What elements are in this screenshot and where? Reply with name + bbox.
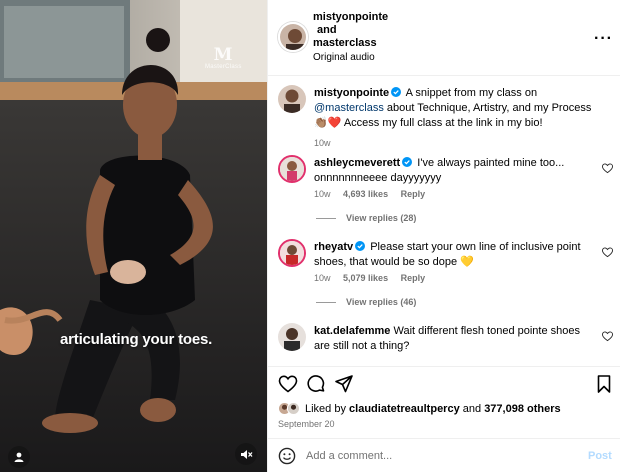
collaborator-username[interactable]: masterclass xyxy=(313,37,388,50)
comment-time[interactable]: 10w xyxy=(314,189,331,199)
share-icon[interactable] xyxy=(334,374,354,394)
more-options-icon[interactable]: ··· xyxy=(594,30,613,48)
post-viewer: M MasterClass articulating your toes. mi… xyxy=(0,0,620,472)
verified-badge-icon xyxy=(402,157,413,167)
author-avatar[interactable] xyxy=(278,22,308,52)
avatar[interactable] xyxy=(278,239,306,267)
user-tag-icon[interactable] xyxy=(8,446,30,468)
replies-divider xyxy=(316,217,336,219)
comment-input[interactable] xyxy=(306,448,566,464)
reply-button[interactable]: Reply xyxy=(401,273,426,283)
masterclass-watermark: M MasterClass xyxy=(205,46,241,70)
comment-body: Please start your own line of inclusive … xyxy=(314,241,581,268)
comment-body: A snippet from my class on xyxy=(405,87,538,99)
bookmark-icon[interactable] xyxy=(594,374,614,394)
post-date[interactable]: September 20 xyxy=(278,419,335,429)
liked-by-and: and xyxy=(462,402,482,415)
likes-count[interactable]: 377,098 others xyxy=(484,403,560,415)
like-comment-heart-icon[interactable] xyxy=(602,247,613,258)
video-frame xyxy=(0,0,267,472)
view-replies-label: View replies (28) xyxy=(346,213,417,223)
post-header: mistyonpointe and masterclass Original a… xyxy=(268,0,620,76)
post-authors: mistyonpointe and masterclass Original a… xyxy=(313,11,388,64)
liker-avatar[interactable] xyxy=(287,402,300,415)
comment-meta: 10w 4,693 likes Reply xyxy=(314,189,435,199)
add-comment-bar: Post xyxy=(268,438,620,472)
audio-link[interactable]: Original audio xyxy=(313,51,388,64)
replies-divider xyxy=(316,301,336,303)
liked-by-summary: Liked by claudiatetreaultpercy and 377,0… xyxy=(278,402,561,415)
reply-button[interactable]: Reply xyxy=(401,189,426,199)
heart-icon[interactable] xyxy=(278,374,298,394)
comment-username[interactable]: rheyatv xyxy=(314,241,353,253)
avatar[interactable] xyxy=(278,323,306,351)
comment-text: ashleycmeverett I've always painted mine… xyxy=(314,156,594,186)
author-username[interactable]: mistyonpointe xyxy=(313,11,388,24)
liked-by-prefix: Liked by xyxy=(305,402,346,415)
post-details-panel: mistyonpointe and masterclass Original a… xyxy=(267,0,620,472)
comment-time[interactable]: 10w xyxy=(314,138,331,148)
authors-conjunction: and xyxy=(317,24,337,36)
comment-text: rheyatv Please start your own line of in… xyxy=(314,240,594,270)
avatar[interactable] xyxy=(278,155,306,183)
liked-by-user[interactable]: claudiatetreaultpercy xyxy=(349,403,460,415)
emoji-icon[interactable] xyxy=(278,447,296,465)
like-comment-heart-icon[interactable] xyxy=(602,331,613,342)
view-replies-button[interactable]: View replies (46) xyxy=(316,297,416,307)
verified-badge-icon xyxy=(355,241,366,251)
comment-likes[interactable]: 5,079 likes xyxy=(343,273,388,283)
avatar[interactable] xyxy=(278,85,306,113)
view-replies-label: View replies (46) xyxy=(346,297,417,307)
watermark-text: MasterClass xyxy=(205,64,242,70)
watermark-mark: M xyxy=(213,45,233,65)
comment-text: kat.delafemme Wait different flesh toned… xyxy=(314,324,594,354)
speaker-muted-icon[interactable] xyxy=(235,443,257,465)
view-replies-button[interactable]: View replies (28) xyxy=(316,213,416,223)
comment-text: mistyonpointe A snippet from my class on… xyxy=(314,86,594,131)
comment-username[interactable]: mistyonpointe xyxy=(314,87,389,99)
video-player[interactable]: M MasterClass articulating your toes. xyxy=(0,0,267,472)
post-button[interactable]: Post xyxy=(588,450,612,462)
comments-list[interactable]: mistyonpointe A snippet from my class on… xyxy=(268,77,620,365)
like-comment-heart-icon[interactable] xyxy=(602,163,613,174)
comment-icon[interactable] xyxy=(306,374,326,394)
comment-username[interactable]: kat.delafemme xyxy=(314,325,390,337)
comment-likes[interactable]: 4,693 likes xyxy=(343,189,388,199)
comment-username[interactable]: ashleycmeverett xyxy=(314,157,400,169)
comment-time[interactable]: 10w xyxy=(314,273,331,283)
verified-badge-icon xyxy=(391,87,402,97)
comment-meta: 10w 5,079 likes Reply xyxy=(314,273,435,283)
post-actions: Liked by claudiatetreaultpercy and 377,0… xyxy=(268,366,620,434)
comment-meta: 10w xyxy=(314,138,341,148)
video-caption: articulating your toes. xyxy=(60,331,213,348)
mention-link[interactable]: @masterclass xyxy=(314,102,384,114)
